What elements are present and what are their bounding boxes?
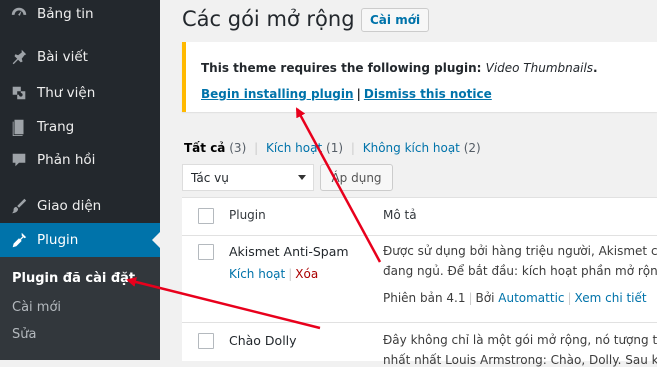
chevron-down-icon <box>298 175 306 180</box>
sidebar-item-label: Bảng tin <box>37 6 94 22</box>
sidebar-item-comments[interactable]: Phản hồi <box>0 143 160 177</box>
notice-text: This theme requires the following plugin… <box>201 61 482 75</box>
column-plugin[interactable]: Plugin <box>229 208 266 222</box>
pin-icon <box>9 47 29 67</box>
notice-plugin-name: Video Thumbnails <box>485 61 594 75</box>
author-prefix: Bởi <box>475 291 495 305</box>
sidebar-item-dashboard[interactable]: Bảng tin <box>0 0 160 31</box>
sidebar-item-label: Bài viết <box>37 49 88 65</box>
filter-inactive-count: (2) <box>463 141 481 155</box>
media-icon <box>9 83 29 103</box>
column-description: Mô tả <box>383 208 417 222</box>
admin-sidebar: Bảng tin Bài viết Thư viện Trang Phản hồ… <box>0 0 160 360</box>
filter-active[interactable]: Kích hoạt <box>266 141 322 155</box>
plugin-name: Akismet Anti-Spam <box>229 244 349 259</box>
sidebar-item-label: Phản hồi <box>37 152 96 168</box>
filter-all[interactable]: Tất cả <box>184 141 225 155</box>
filter-separator: | <box>254 141 259 155</box>
row-checkbox[interactable] <box>198 244 214 260</box>
filter-active-count: (1) <box>326 141 344 155</box>
filter-inactive[interactable]: Không kích hoạt <box>363 141 460 155</box>
page-icon <box>9 117 29 137</box>
page-title: Các gói mở rộng <box>182 7 355 31</box>
plugin-version: Phiên bản 4.1 <box>383 291 466 305</box>
sidebar-item-label: Thư viện <box>37 85 96 101</box>
bulk-action-value: Tác vụ <box>191 170 229 185</box>
sidebar-item-pages[interactable]: Trang <box>0 110 160 144</box>
plugin-description-line: đang ngủ. Để bắt đầu: kích hoạt phần mở … <box>383 264 657 278</box>
row-checkbox[interactable] <box>198 333 214 349</box>
comment-icon <box>9 150 29 170</box>
dashboard-icon <box>9 4 29 24</box>
row-action-separator: | <box>288 267 293 281</box>
author-link[interactable]: Automattic <box>498 291 564 305</box>
table-header: Plugin Mô tả <box>182 198 657 236</box>
plugin-description-line: Đây không chỉ là một gói mở rộng, nó tượ… <box>383 333 657 347</box>
notice-links: Begin installing plugin | Dismiss this not… <box>201 87 492 101</box>
plugin-meta: Phiên bản 4.1 | Bởi Automattic | Xem chi tiế… <box>383 291 647 305</box>
sidebar-item-posts[interactable]: Bài viết <box>0 40 160 74</box>
sidebar-item-appearance[interactable]: Giao diện <box>0 189 160 223</box>
view-details-link[interactable]: Xem chi tiết <box>575 291 647 305</box>
meta-separator: | <box>567 291 572 305</box>
submenu-add-new[interactable]: Cài mới <box>12 300 61 315</box>
filter-all-count: (3) <box>229 141 247 155</box>
begin-installing-link[interactable]: Begin installing plugin <box>201 87 353 101</box>
filter-separator: | <box>350 141 355 155</box>
plugin-description-line: Được sử dụng bởi hàng triệu người, Akism… <box>383 244 657 258</box>
brush-icon <box>9 196 29 216</box>
plugin-name: Chào Dolly <box>229 333 297 348</box>
add-new-button[interactable]: Cài mới <box>361 8 430 32</box>
apply-button[interactable]: Áp dụng <box>320 164 393 191</box>
table-row: Akismet Anti-Spam Kích hoạt | Xóa Được sử … <box>182 236 657 322</box>
submenu-installed-plugins[interactable]: Plugin đã cài đặt <box>12 271 135 286</box>
sidebar-item-plugins[interactable]: Plugin <box>0 223 160 257</box>
activate-link[interactable]: Kích hoạt <box>229 267 285 281</box>
required-plugin-notice: This theme requires the following plugin… <box>182 42 657 112</box>
select-all-checkbox[interactable] <box>198 208 214 224</box>
sidebar-item-label: Trang <box>37 119 75 135</box>
sidebar-item-label: Plugin <box>37 232 79 248</box>
notice-period: . <box>593 61 598 75</box>
meta-separator: | <box>468 291 473 305</box>
plugin-description-line: nhất nhất Louis Armstrong: Chào, Dolly. … <box>383 353 657 367</box>
table-row: Chào Dolly Đây không chỉ là một gói mở r… <box>182 323 657 367</box>
plugin-status-filters: Tất cả (3) | Kích hoạt (1) | Không kích … <box>184 141 481 155</box>
row-actions: Kích hoạt | Xóa <box>229 267 318 281</box>
sidebar-item-label: Giao diện <box>37 198 102 214</box>
notice-separator: | <box>356 87 361 101</box>
sidebar-item-media[interactable]: Thư viện <box>0 76 160 110</box>
plugins-table: Plugin Mô tả Akismet Anti-Spam Kích hoạt… <box>182 197 657 367</box>
submenu-editor[interactable]: Sửa <box>12 327 36 342</box>
dismiss-notice-link[interactable]: Dismiss this notice <box>364 87 492 101</box>
current-menu-arrow <box>152 232 160 248</box>
delete-link[interactable]: Xóa <box>295 267 318 281</box>
bulk-action-select[interactable]: Tác vụ <box>182 164 314 191</box>
notice-message: This theme requires the following plugin… <box>201 61 598 75</box>
plugin-submenu: Plugin đã cài đặt Cài mới Sửa <box>0 257 160 360</box>
plugin-icon <box>9 230 29 250</box>
